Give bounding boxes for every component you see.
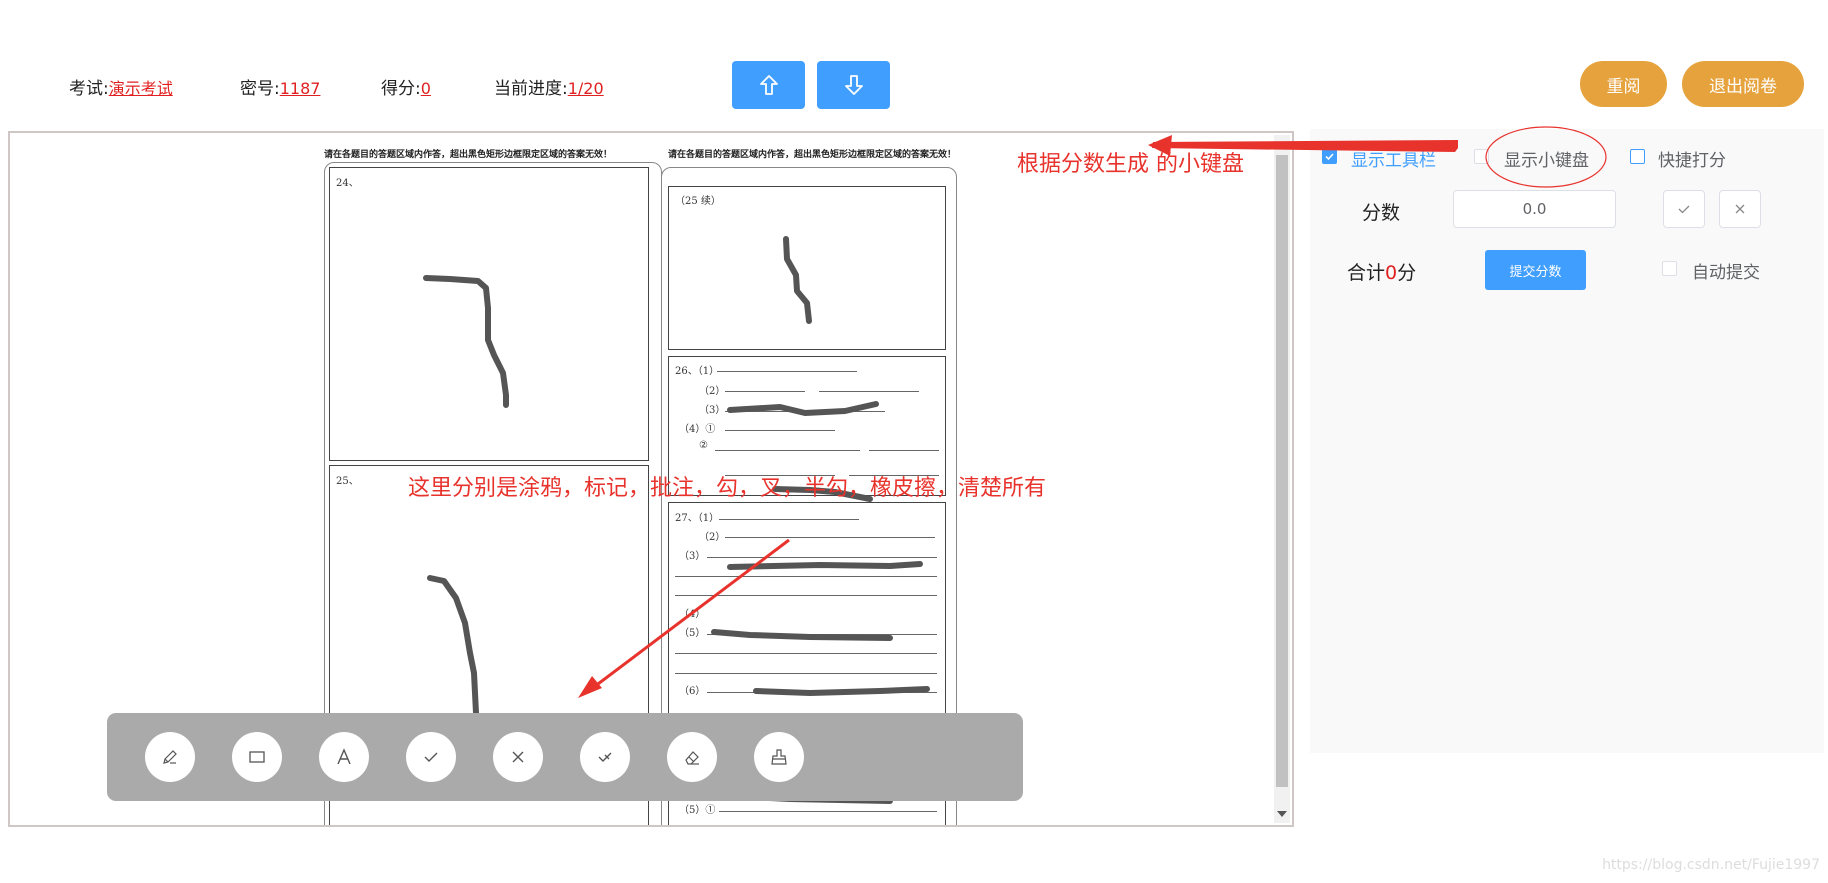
show-keypad-checkbox[interactable] (1474, 149, 1489, 164)
clear-score-button[interactable] (1719, 190, 1761, 228)
total-prefix: 合计 (1347, 262, 1386, 284)
cross-icon (512, 751, 524, 763)
score-input[interactable] (1453, 190, 1616, 228)
quick-score-checkbox[interactable] (1630, 149, 1645, 164)
scroll-down-arrow-icon[interactable] (1277, 811, 1287, 817)
pencil-tool-button[interactable] (145, 732, 195, 782)
vertical-scrollbar[interactable] (1274, 135, 1290, 823)
scribble-q27-2 (727, 561, 923, 570)
show-toolbar-label[interactable]: 显示工具栏 (1351, 146, 1436, 171)
arrow-down-icon (844, 75, 863, 95)
show-keypad-label[interactable]: 显示小键盘 (1504, 146, 1589, 171)
annotation-toolbar (107, 713, 1023, 801)
secret-number-info: 密号:1187 (240, 74, 320, 99)
watermark: https://blog.csdn.net/Fujie1997 (1602, 857, 1820, 873)
score-label: 得分: (381, 79, 421, 99)
text-icon (337, 748, 351, 765)
auto-submit-label[interactable]: 自动提交 (1692, 258, 1760, 283)
next-button[interactable] (817, 61, 890, 109)
scribble-q24 (423, 275, 509, 408)
half-check-icon (598, 752, 612, 762)
scribble-q26-2 (727, 401, 879, 416)
confirm-score-button[interactable] (1663, 190, 1705, 228)
keypad-annotation: 根据分数生成 的小键盘 (1017, 152, 1244, 177)
exam-label: 考试: (69, 79, 109, 99)
progress-label: 当前进度: (494, 79, 568, 99)
exam-info: 考试:演示考试 (69, 74, 173, 99)
total-suffix: 分 (1397, 262, 1417, 284)
text-tool-button[interactable] (319, 732, 369, 782)
eraser-tool-button[interactable] (667, 732, 717, 782)
rectangle-tool-button[interactable] (232, 732, 282, 782)
clear-all-tool-button[interactable] (754, 732, 804, 782)
quick-score-label[interactable]: 快捷打分 (1658, 146, 1726, 171)
pencil-icon (163, 750, 177, 764)
show-toolbar-checkbox[interactable] (1322, 149, 1337, 164)
submit-score-button[interactable]: 提交分数 (1485, 250, 1586, 290)
check-tool-button[interactable] (406, 732, 456, 782)
score-field-label: 分数 (1362, 202, 1401, 224)
scribble-q25cont (783, 236, 812, 324)
score-link[interactable]: 0 (421, 79, 431, 98)
scribble-q27-6 (753, 686, 930, 696)
progress-info: 当前进度:1/20 (494, 74, 604, 99)
secret-number-link[interactable]: 1187 (280, 79, 321, 98)
check-icon (424, 752, 438, 762)
half-check-tool-button[interactable] (580, 732, 630, 782)
scrollbar-thumb[interactable] (1276, 155, 1288, 787)
check-icon (1678, 205, 1690, 214)
total-value: 0 (1385, 262, 1398, 284)
close-icon (1735, 204, 1745, 214)
exam-link[interactable]: 演示考试 (109, 79, 173, 98)
total-score: 合计0分 (1347, 258, 1416, 285)
eraser-icon (685, 751, 699, 765)
auto-submit-checkbox[interactable] (1662, 261, 1677, 276)
arrow-up-icon (759, 75, 778, 95)
cross-tool-button[interactable] (493, 732, 543, 782)
reread-button[interactable]: 重阅 (1580, 61, 1667, 107)
rectangle-icon (249, 751, 265, 763)
secret-label: 密号: (240, 79, 280, 99)
checkmark-icon (1325, 153, 1334, 161)
broom-icon (771, 749, 787, 765)
scribble-q27-4 (711, 629, 893, 641)
exit-grading-button[interactable]: 退出阅卷 (1682, 61, 1804, 107)
scribble-q25 (427, 575, 482, 736)
score-info: 得分:0 (381, 74, 431, 99)
previous-button[interactable] (732, 61, 805, 109)
progress-link[interactable]: 1/20 (568, 79, 604, 98)
toolbar-annotation: 这里分别是涂鸦，标记，批注，勾，叉，半勾，橡皮擦，清楚所有 (408, 476, 1047, 501)
